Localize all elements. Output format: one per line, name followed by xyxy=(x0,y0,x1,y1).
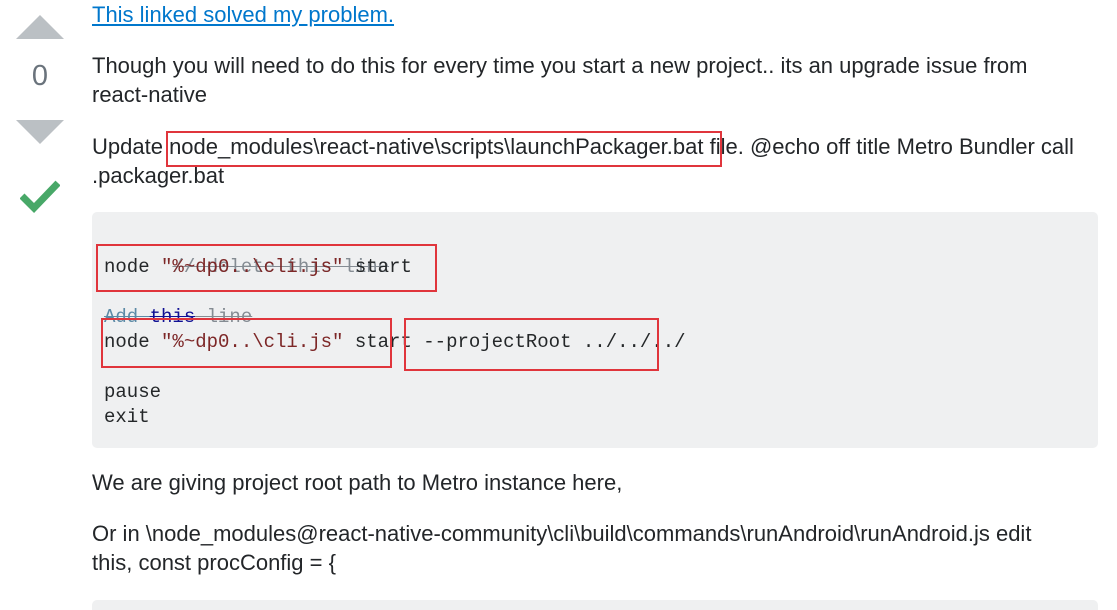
code-block-2 xyxy=(92,600,1098,610)
accepted-check-icon xyxy=(20,180,60,214)
upvote-arrow-icon[interactable] xyxy=(16,15,64,39)
paragraph-link: This linked solved my problem. xyxy=(92,0,1107,29)
alternative-line2: this, const procConfig = { xyxy=(92,550,336,575)
code-line-old-command: node "%~dp0..\cli.js" start xyxy=(104,256,412,278)
code-comment-add: Add this line xyxy=(104,306,253,328)
alternative-line1: Or in \node_modules@react-native-communi… xyxy=(92,521,1032,546)
upgrade-note-line2: react-native xyxy=(92,82,207,107)
upgrade-note-line1: Though you will need to do this for ever… xyxy=(92,53,1028,78)
downvote-arrow-icon[interactable] xyxy=(16,120,64,144)
solution-link[interactable]: This linked solved my problem. xyxy=(92,2,394,27)
code-line-new-command: node "%~dp0..\cli.js" start --projectRoo… xyxy=(104,331,686,353)
update-prefix: Update xyxy=(92,134,170,159)
vote-count: 0 xyxy=(31,60,49,92)
file-path-text: node_modules\react-native\scripts\launch… xyxy=(169,134,704,159)
paragraph-update-file: Update node_modules\react-native\scripts… xyxy=(92,132,1107,190)
paragraph-explanation: We are giving project root path to Metro… xyxy=(92,470,623,495)
paragraph-upgrade-note: Though you will need to do this for ever… xyxy=(92,51,1107,109)
code-line-exit: exit xyxy=(104,406,150,428)
update-suffix: file. @echo off title Metro Bundler call xyxy=(703,134,1074,159)
code-block: // delete this line node "%~dp0..\cli.js… xyxy=(92,212,1098,448)
code-line-pause: pause xyxy=(104,381,162,403)
paragraph-alternative: Or in \node_modules@react-native-communi… xyxy=(92,519,1107,577)
update-line2: .packager.bat xyxy=(92,163,225,188)
